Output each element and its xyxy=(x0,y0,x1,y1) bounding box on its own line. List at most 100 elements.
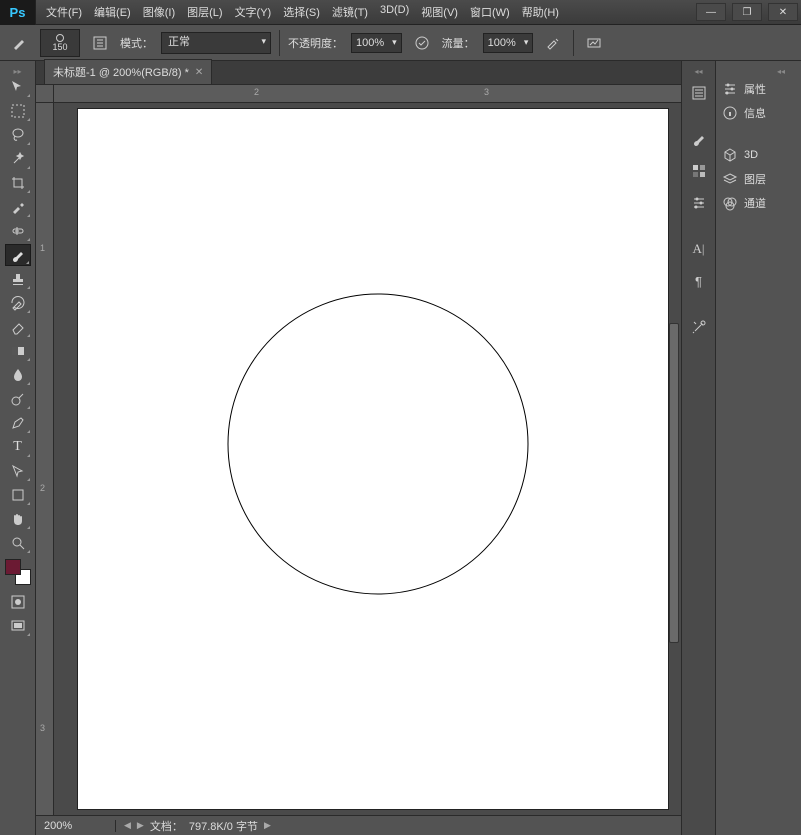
opacity-pressure-icon[interactable] xyxy=(410,31,434,55)
panel-label: 属性 xyxy=(744,81,766,97)
eyedropper-tool[interactable] xyxy=(5,196,31,218)
document-tabs: 未标题-1 @ 200%(RGB/8) * ✕ xyxy=(36,61,681,85)
panel-label: 3D xyxy=(744,149,758,161)
ruler-h-tick: 3 xyxy=(484,87,489,97)
gradient-tool[interactable] xyxy=(5,340,31,362)
ruler-h-tick: 2 xyxy=(254,87,259,97)
opacity-input[interactable]: 100% xyxy=(351,33,402,53)
dodge-tool[interactable] xyxy=(5,388,31,410)
status-menu-icon[interactable]: ▶ xyxy=(264,820,271,831)
menu-file[interactable]: 文件(F) xyxy=(40,0,88,24)
marquee-tool[interactable] xyxy=(5,100,31,122)
menu-layer[interactable]: 图层(L) xyxy=(181,0,228,24)
dock-collapse-icon[interactable]: ◂◂ xyxy=(767,67,795,77)
close-tab-icon[interactable]: ✕ xyxy=(195,67,203,78)
dock-iconbar: ◂◂ A| ¶ xyxy=(682,61,716,835)
healing-tool[interactable] xyxy=(5,220,31,242)
tools-collapse-icon[interactable]: ▸▸ xyxy=(3,67,33,75)
brush-presets-panel-icon[interactable] xyxy=(685,125,713,153)
magic-wand-tool[interactable] xyxy=(5,148,31,170)
zoom-level[interactable]: 200% xyxy=(36,820,116,832)
dock-collapse-icon[interactable]: ◂◂ xyxy=(685,67,713,77)
brush-panel-icon[interactable] xyxy=(88,31,112,55)
menu-edit[interactable]: 编辑(E) xyxy=(88,0,137,24)
quickmask-tool[interactable] xyxy=(5,591,31,613)
menu-window[interactable]: 窗口(W) xyxy=(464,0,516,24)
restore-button[interactable]: ❐ xyxy=(732,3,762,21)
swatches-panel-icon[interactable] xyxy=(685,157,713,185)
tool-preset-icon[interactable] xyxy=(8,31,32,55)
ruler-corner xyxy=(36,85,54,103)
airbrush-icon[interactable] xyxy=(541,31,565,55)
ruler-v-tick: 1 xyxy=(40,243,45,253)
tools-panel: ▸▸ T xyxy=(0,61,36,835)
menu-type[interactable]: 文字(Y) xyxy=(229,0,278,24)
panel-layers[interactable]: 图层 xyxy=(716,167,801,191)
channels-icon xyxy=(722,195,738,211)
foreground-color-swatch[interactable] xyxy=(5,559,21,575)
menu-image[interactable]: 图像(I) xyxy=(137,0,181,24)
blur-tool[interactable] xyxy=(5,364,31,386)
tablet-pressure-icon[interactable] xyxy=(582,31,606,55)
lasso-tool[interactable] xyxy=(5,124,31,146)
panel-info[interactable]: 信息 xyxy=(716,101,801,125)
menu-help[interactable]: 帮助(H) xyxy=(516,0,565,24)
status-doc-label: 文档： xyxy=(150,818,183,834)
status-doc-value: 797.8K/0 字节 xyxy=(189,818,258,834)
app-logo: Ps xyxy=(0,0,36,25)
vertical-scrollbar[interactable] xyxy=(669,323,679,643)
blend-mode-select[interactable]: 正常 xyxy=(161,32,271,54)
info-icon xyxy=(722,105,738,121)
pen-tool[interactable] xyxy=(5,412,31,434)
ruler-horizontal[interactable]: 2 3 xyxy=(54,85,681,103)
titlebar: Ps 文件(F) 编辑(E) 图像(I) 图层(L) 文字(Y) 选择(S) 滤… xyxy=(0,0,801,25)
dock-panel-list: ◂◂ 属性 信息 3D 图层 通道 xyxy=(716,61,801,835)
character-panel-icon[interactable]: A| xyxy=(685,235,713,263)
hand-tool[interactable] xyxy=(5,508,31,530)
panel-label: 信息 xyxy=(744,105,766,121)
minimize-button[interactable]: — xyxy=(696,3,726,21)
menu-3d[interactable]: 3D(D) xyxy=(374,0,415,24)
flow-input[interactable]: 100% xyxy=(483,33,534,53)
menu-view[interactable]: 视图(V) xyxy=(415,0,464,24)
right-dock: ◂◂ A| ¶ ◂◂ 属性 信息 3D xyxy=(681,61,801,835)
stamp-tool[interactable] xyxy=(5,268,31,290)
canvas-viewport[interactable] xyxy=(54,103,681,815)
workspace: ▸▸ T 未标题-1 @ 200%(RGB/8) * ✕ xyxy=(0,61,801,835)
ruler-vertical[interactable]: 1 2 3 xyxy=(36,103,54,815)
circle-path xyxy=(228,294,528,594)
ruler-v-tick: 2 xyxy=(40,483,45,493)
brush-preset-picker[interactable]: 150 xyxy=(40,29,80,57)
type-tool[interactable]: T xyxy=(5,436,31,458)
panel-3d[interactable]: 3D xyxy=(716,143,801,167)
history-brush-tool[interactable] xyxy=(5,292,31,314)
move-tool[interactable] xyxy=(5,76,31,98)
brush-tip-icon xyxy=(56,34,64,42)
paragraph-panel-icon[interactable]: ¶ xyxy=(685,267,713,295)
cube-icon xyxy=(722,147,738,163)
menu-filter[interactable]: 滤镜(T) xyxy=(326,0,374,24)
status-next-icon[interactable]: ▶ xyxy=(137,820,144,831)
color-swatches[interactable] xyxy=(5,559,31,585)
shape-tool[interactable] xyxy=(5,484,31,506)
path-select-tool[interactable] xyxy=(5,460,31,482)
canvas[interactable] xyxy=(78,109,668,809)
zoom-tool[interactable] xyxy=(5,532,31,554)
document-tab[interactable]: 未标题-1 @ 200%(RGB/8) * ✕ xyxy=(44,59,212,84)
window-controls: — ❐ ✕ xyxy=(693,1,801,23)
menu-select[interactable]: 选择(S) xyxy=(277,0,326,24)
adjustments-panel-icon[interactable] xyxy=(685,189,713,217)
panel-properties[interactable]: 属性 xyxy=(716,77,801,101)
separator xyxy=(279,30,280,56)
eraser-tool[interactable] xyxy=(5,316,31,338)
menubar: 文件(F) 编辑(E) 图像(I) 图层(L) 文字(Y) 选择(S) 滤镜(T… xyxy=(36,0,693,24)
status-prev-icon[interactable]: ◀ xyxy=(124,820,131,831)
tools-preset-panel-icon[interactable] xyxy=(685,313,713,341)
history-panel-icon[interactable] xyxy=(685,79,713,107)
close-button[interactable]: ✕ xyxy=(768,3,798,21)
brush-size-value: 150 xyxy=(52,42,67,52)
panel-channels[interactable]: 通道 xyxy=(716,191,801,215)
screenmode-tool[interactable] xyxy=(5,615,31,637)
brush-tool[interactable] xyxy=(5,244,31,266)
crop-tool[interactable] xyxy=(5,172,31,194)
